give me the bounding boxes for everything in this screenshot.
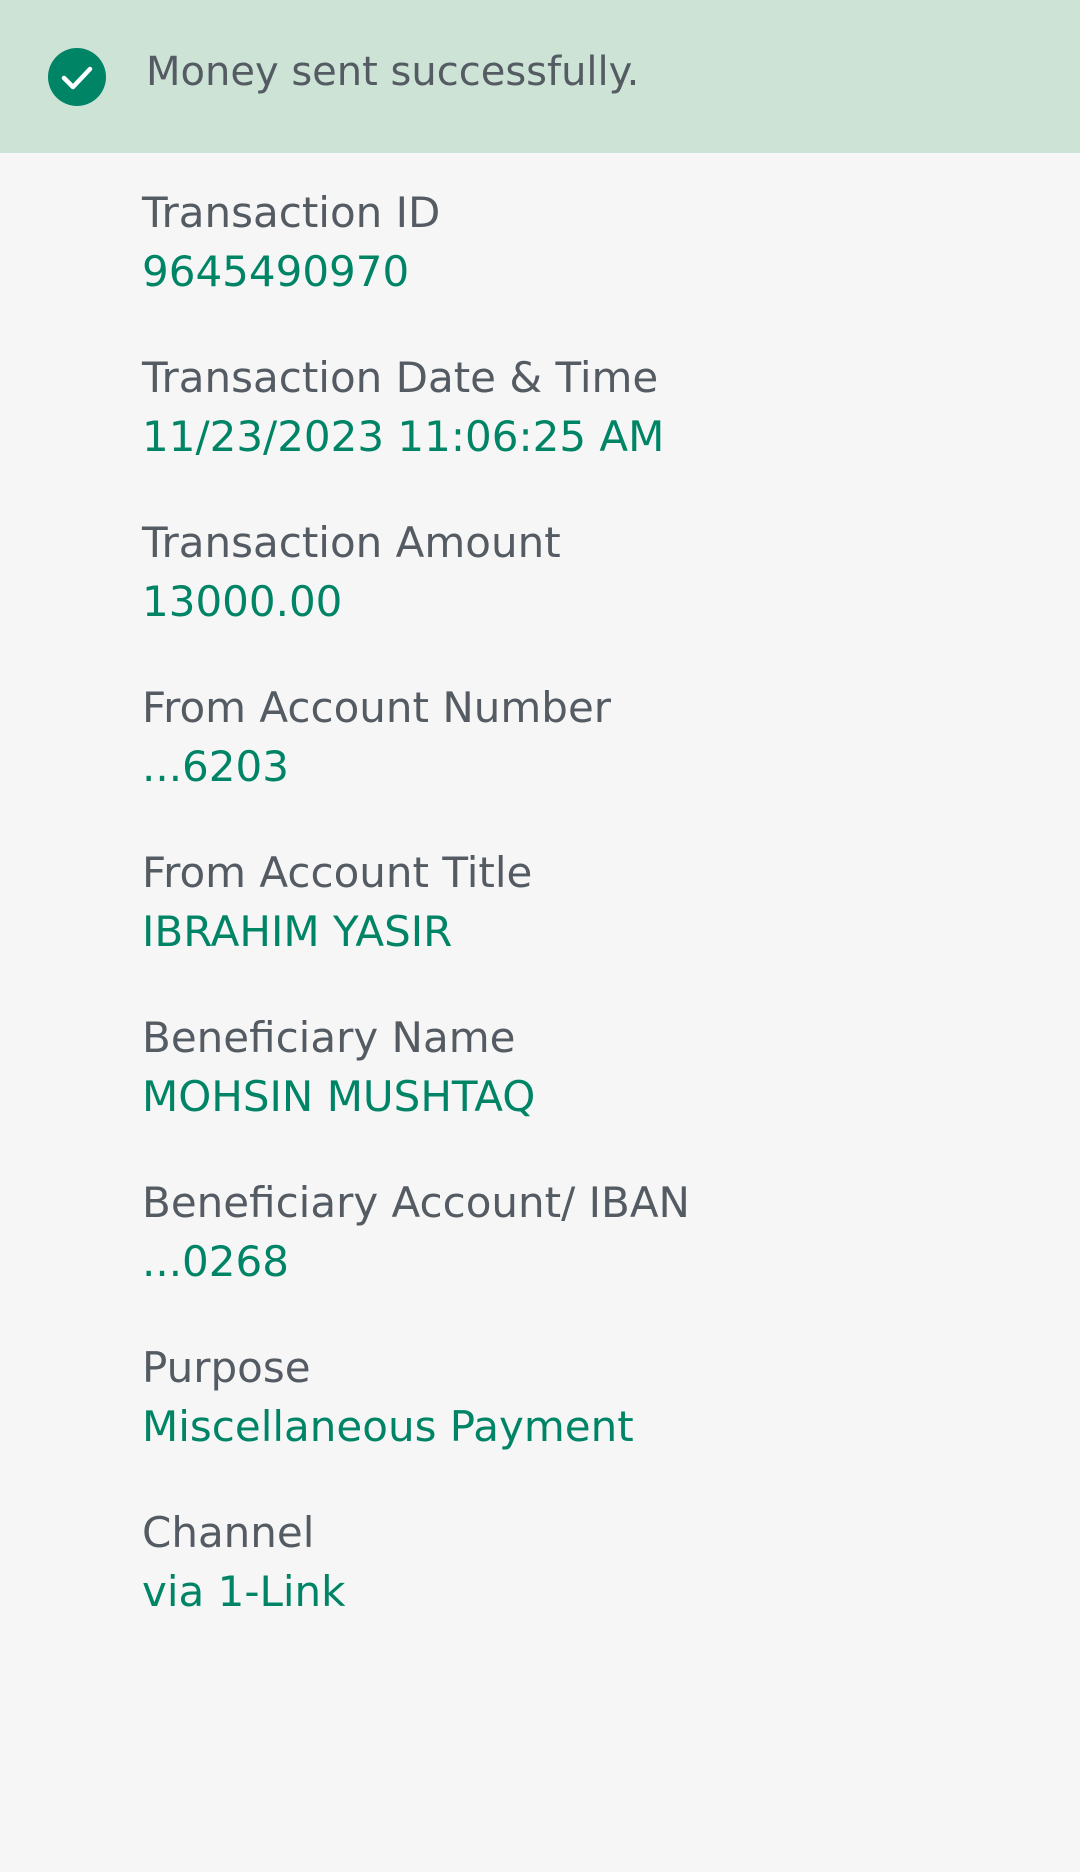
detail-beneficiary-account-iban: Beneficiary Account/ IBAN ...0268	[142, 1143, 1080, 1308]
detail-beneficiary-name: Beneficiary Name MOHSIN MUSHTAQ	[142, 978, 1080, 1143]
detail-value: 11/23/2023 11:06:25 AM	[142, 412, 665, 461]
detail-value: MOHSIN MUSHTAQ	[142, 1072, 536, 1121]
detail-label: From Account Number	[142, 683, 612, 732]
detail-label: Beneficiary Account/ IBAN	[142, 1178, 690, 1227]
detail-from-account-title: From Account Title IBRAHIM YASIR	[142, 813, 1080, 978]
detail-label: Beneficiary Name	[142, 1013, 516, 1062]
detail-value: 13000.00	[142, 577, 343, 626]
detail-label: From Account Title	[142, 848, 533, 897]
detail-transaction-amount: Transaction Amount 13000.00	[142, 483, 1080, 648]
detail-purpose: Purpose Miscellaneous Payment	[142, 1308, 1080, 1473]
detail-value: 9645490970	[142, 247, 410, 296]
detail-value: Miscellaneous Payment	[142, 1402, 634, 1451]
detail-transaction-id: Transaction ID 9645490970	[142, 153, 1080, 318]
detail-label: Transaction Amount	[142, 518, 561, 567]
detail-from-account-number: From Account Number ...6203	[142, 648, 1080, 813]
detail-value: ...0268	[142, 1237, 289, 1286]
check-circle-icon	[48, 48, 106, 106]
detail-value: ...6203	[142, 742, 289, 791]
detail-transaction-date-time: Transaction Date & Time 11/23/2023 11:06…	[142, 318, 1080, 483]
detail-label: Transaction ID	[142, 188, 441, 237]
detail-label: Channel	[142, 1508, 315, 1557]
detail-value: IBRAHIM YASIR	[142, 907, 453, 956]
success-banner: Money sent successfully.	[0, 0, 1080, 153]
detail-value: via 1-Link	[142, 1567, 346, 1616]
transaction-details: Transaction ID 9645490970 Transaction Da…	[0, 153, 1080, 1638]
detail-label: Transaction Date & Time	[142, 353, 659, 402]
detail-channel: Channel via 1-Link	[142, 1473, 1080, 1638]
success-message: Money sent successfully.	[146, 49, 640, 95]
detail-label: Purpose	[142, 1343, 311, 1392]
